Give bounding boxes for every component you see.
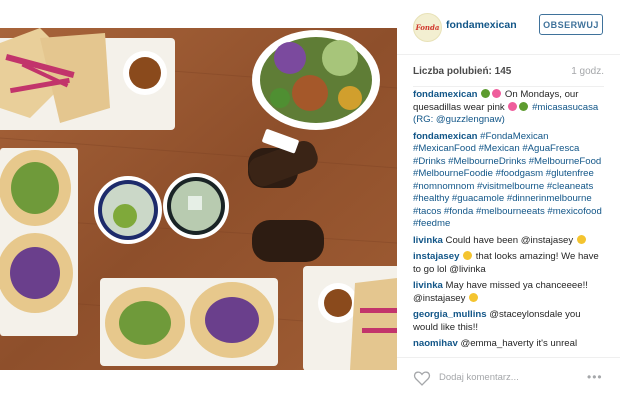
comment-username[interactable]: livinka <box>413 235 443 246</box>
grin-emoji-icon <box>576 234 586 244</box>
comment-username[interactable]: naomihav <box>413 338 458 349</box>
username-link[interactable]: fondamexican <box>446 19 517 31</box>
comment-text: @emma_haverty it's unreal <box>457 338 578 349</box>
food-photo-illustration <box>0 28 397 370</box>
comment-username[interactable]: instajasey <box>413 251 459 262</box>
comment-username[interactable]: georgia_mullins <box>413 309 487 320</box>
comment-hashtags[interactable]: #FondaMexican #MexicanFood #Mexican #Agu… <box>413 131 602 230</box>
comment: georgia_mullins @staceylonsdale you woul… <box>413 309 604 334</box>
post-footer: Dodaj komentarz... ••• <box>397 357 620 398</box>
cactus-emoji-icon <box>519 101 529 111</box>
comment-username[interactable]: fondamexican <box>413 131 478 142</box>
comments-list[interactable]: fondamexican On Mondays, our quesadillas… <box>413 89 604 357</box>
likes-count[interactable]: Liczba polubień: 145 <box>413 66 511 77</box>
add-comment-input[interactable]: Dodaj komentarz... <box>439 372 519 383</box>
pink-heart-emoji-icon <box>508 101 518 111</box>
comment: livinka Could have been @instajasey <box>413 234 604 248</box>
divider <box>413 86 604 87</box>
more-options-icon[interactable]: ••• <box>587 370 603 384</box>
heart-icon[interactable] <box>413 370 431 386</box>
weary-emoji-icon <box>463 251 473 260</box>
comment-username[interactable]: fondamexican <box>413 89 478 100</box>
comment: instajasey that looks amazing! We have t… <box>413 251 604 276</box>
post-header: Fonda fondamexican OBSERWUJ <box>397 0 620 55</box>
comment: fondamexican #FondaMexican #MexicanFood … <box>413 131 604 231</box>
cactus-emoji-icon <box>481 89 491 98</box>
comment-text: Could have been @instajasey <box>442 234 576 246</box>
post-time[interactable]: 1 godz. <box>571 66 604 77</box>
likes-row: Liczba polubień: 145 1 godz. <box>413 66 604 80</box>
post-photo[interactable] <box>0 28 397 370</box>
avatar[interactable]: Fonda <box>413 13 442 42</box>
relieved-emoji-icon <box>469 292 479 302</box>
comment: fondamexican On Mondays, our quesadillas… <box>413 89 604 127</box>
comment-username[interactable]: livinka <box>413 280 443 291</box>
comment: livinka May have missed ya chanceeee!! @… <box>413 280 604 305</box>
avatar-text: Fonda <box>415 23 440 32</box>
follow-button[interactable]: OBSERWUJ <box>539 14 603 35</box>
comment: naomihav @emma_haverty it's unreal <box>413 338 604 351</box>
pink-heart-emoji-icon <box>492 89 502 98</box>
post-sidebar: Fonda fondamexican OBSERWUJ Liczba polub… <box>397 0 620 397</box>
